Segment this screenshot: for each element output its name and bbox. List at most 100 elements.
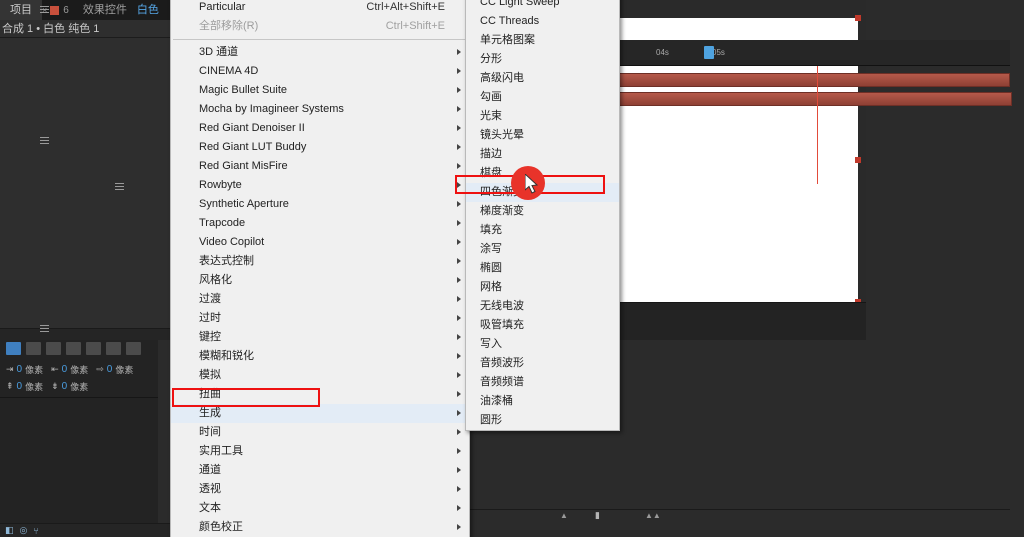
menu-item[interactable]: CINEMA 4D bbox=[171, 62, 469, 81]
menu-item[interactable]: 过渡 bbox=[171, 290, 469, 309]
menu-item-label: 光束 bbox=[480, 110, 502, 122]
tab-effect-controls-target[interactable]: 白色 bbox=[137, 0, 169, 20]
menu-item[interactable]: 分形 bbox=[466, 50, 619, 69]
menu-item[interactable]: 音频波形 bbox=[466, 354, 619, 373]
menu-item[interactable]: 时间 bbox=[171, 423, 469, 442]
lock-icon[interactable]: 6 bbox=[63, 5, 69, 16]
menu-item[interactable]: 键控 bbox=[171, 328, 469, 347]
panel-menu-icon[interactable] bbox=[40, 6, 49, 13]
tab-effect-controls[interactable]: 效果控件 bbox=[73, 0, 137, 20]
menu-item[interactable]: 圆形 bbox=[466, 411, 619, 430]
menu-item[interactable]: 颜色校正 bbox=[171, 518, 469, 537]
timeline-zoom-bar[interactable]: ▲ ▮ ▲▲ bbox=[460, 509, 1010, 523]
menu-item-label: 音频波形 bbox=[480, 357, 524, 369]
menu-item[interactable]: Trapcode bbox=[171, 214, 469, 233]
menu-item[interactable]: 吸管填充 bbox=[466, 316, 619, 335]
menu-item-label: 写入 bbox=[480, 338, 502, 350]
panel-menu-icon[interactable] bbox=[40, 325, 49, 332]
align-right-button[interactable] bbox=[46, 342, 61, 355]
menu-item[interactable]: 镜头光晕 bbox=[466, 126, 619, 145]
graph-editor-icon[interactable]: ◎ bbox=[20, 525, 28, 536]
playhead-handle[interactable] bbox=[704, 46, 714, 59]
indent-left-unit: 像素 bbox=[25, 365, 44, 375]
menu-item[interactable]: 3D 通道 bbox=[171, 43, 469, 62]
generate-submenu[interactable]: CC Light Sweep CC Threads 单元格图案分形高级闪电 勾画光束镜… bbox=[465, 0, 620, 431]
menu-item[interactable]: Red Giant LUT Buddy bbox=[171, 138, 469, 157]
justify-all-button[interactable] bbox=[126, 342, 141, 355]
menu-item[interactable]: Particular Ctrl+Alt+Shift+E bbox=[171, 0, 469, 17]
menu-item[interactable]: 椭圆 bbox=[466, 259, 619, 278]
menu-item[interactable]: Synthetic Aperture bbox=[171, 195, 469, 214]
menu-item[interactable]: 涂写 bbox=[466, 240, 619, 259]
selection-handle-r[interactable] bbox=[855, 157, 861, 163]
menu-item[interactable]: CC Light Sweep bbox=[466, 0, 619, 12]
menu-item[interactable]: Mocha by Imagineer Systems bbox=[171, 100, 469, 119]
space-before-field[interactable]: ⇞ 0 像素 bbox=[6, 380, 43, 393]
menu-item[interactable]: 生成 bbox=[171, 404, 469, 423]
panel-menu-icon[interactable] bbox=[115, 183, 124, 190]
layer-bar-1[interactable] bbox=[570, 92, 1012, 106]
menu-item[interactable]: 通道 bbox=[171, 461, 469, 480]
effect-menu[interactable]: Particular Ctrl+Alt+Shift+E 全部移除(R) Ctrl+Sh… bbox=[170, 0, 470, 537]
menu-item[interactable]: 填充 bbox=[466, 221, 619, 240]
menu-item[interactable]: 文本 bbox=[171, 499, 469, 518]
indent-left-field[interactable]: ⇥ 0 像素 bbox=[6, 363, 43, 376]
menu-item-label: Synthetic Aperture bbox=[199, 198, 289, 210]
motion-blur-icon[interactable]: ⑂ bbox=[33, 526, 38, 536]
zoom-slider-handle[interactable]: ▮ bbox=[595, 510, 600, 521]
menu-item[interactable]: 过时 bbox=[171, 309, 469, 328]
menu-item-label: Trapcode bbox=[199, 217, 246, 229]
align-center-button[interactable] bbox=[26, 342, 41, 355]
zoom-in-icon[interactable]: ▲▲ bbox=[645, 511, 661, 520]
menu-item-label: 透视 bbox=[199, 483, 221, 495]
indent-right-field[interactable]: ⇤ 0 像素 bbox=[51, 363, 88, 376]
menu-item[interactable]: 模糊和锐化 bbox=[171, 347, 469, 366]
menu-item[interactable]: Red Giant MisFire bbox=[171, 157, 469, 176]
menu-item[interactable]: 音频频谱 bbox=[466, 373, 619, 392]
menu-item[interactable]: 模拟 bbox=[171, 366, 469, 385]
submenu-arrow-icon bbox=[457, 334, 461, 340]
menu-item[interactable]: 实用工具 bbox=[171, 442, 469, 461]
menu-item-label: 分形 bbox=[480, 53, 502, 65]
menu-item[interactable]: 梯度渐变 bbox=[466, 202, 619, 221]
layer-bar-0[interactable] bbox=[570, 73, 1010, 87]
menu-item-label: 文本 bbox=[199, 502, 221, 514]
selection-handle-tr[interactable] bbox=[855, 15, 861, 21]
justify-last-right-button[interactable] bbox=[106, 342, 121, 355]
menu-item[interactable]: 写入 bbox=[466, 335, 619, 354]
menu-item[interactable]: 表达式控制 bbox=[171, 252, 469, 271]
submenu-arrow-icon bbox=[457, 106, 461, 112]
tab-project[interactable]: 项目 bbox=[0, 0, 42, 20]
submenu-arrow-icon bbox=[457, 429, 461, 435]
toggle-switches-modes-icon[interactable]: ◧ bbox=[5, 525, 14, 536]
submenu-arrow-icon bbox=[457, 201, 461, 207]
menu-item[interactable]: 油漆桶 bbox=[466, 392, 619, 411]
panel-menu-icon[interactable] bbox=[40, 137, 49, 144]
menu-item[interactable]: 高级闪电 bbox=[466, 69, 619, 88]
menu-item[interactable]: 单元格图案 bbox=[466, 31, 619, 50]
menu-item-label: 全部移除(R) bbox=[199, 20, 259, 32]
justify-last-center-button[interactable] bbox=[86, 342, 101, 355]
menu-item[interactable]: Magic Bullet Suite bbox=[171, 81, 469, 100]
menu-item[interactable]: 光束 bbox=[466, 107, 619, 126]
menu-item[interactable]: 风格化 bbox=[171, 271, 469, 290]
space-after-field[interactable]: ⇟ 0 像素 bbox=[51, 380, 88, 393]
menu-item[interactable]: 描边 bbox=[466, 145, 619, 164]
zoom-out-icon[interactable]: ▲ bbox=[560, 511, 568, 520]
menu-item[interactable]: CC Threads bbox=[466, 12, 619, 31]
menu-item[interactable]: Video Copilot bbox=[171, 233, 469, 252]
menu-item-label: 镜头光晕 bbox=[480, 129, 524, 141]
menu-item[interactable]: 无线电波 bbox=[466, 297, 619, 316]
layer-color-swatch bbox=[50, 5, 60, 15]
indent-first-field[interactable]: ⇨ 0 像素 bbox=[96, 363, 133, 376]
menu-item[interactable]: 透视 bbox=[171, 480, 469, 499]
menu-item[interactable]: 勾画 bbox=[466, 88, 619, 107]
menu-item[interactable]: Red Giant Denoiser II bbox=[171, 119, 469, 138]
submenu-arrow-icon bbox=[457, 353, 461, 359]
menu-item[interactable]: 网格 bbox=[466, 278, 619, 297]
menu-item[interactable]: 扭曲 bbox=[171, 385, 469, 404]
menu-item-label: 时间 bbox=[199, 426, 221, 438]
justify-last-left-button[interactable] bbox=[66, 342, 81, 355]
align-left-button[interactable] bbox=[6, 342, 21, 355]
menu-item[interactable]: Rowbyte bbox=[171, 176, 469, 195]
